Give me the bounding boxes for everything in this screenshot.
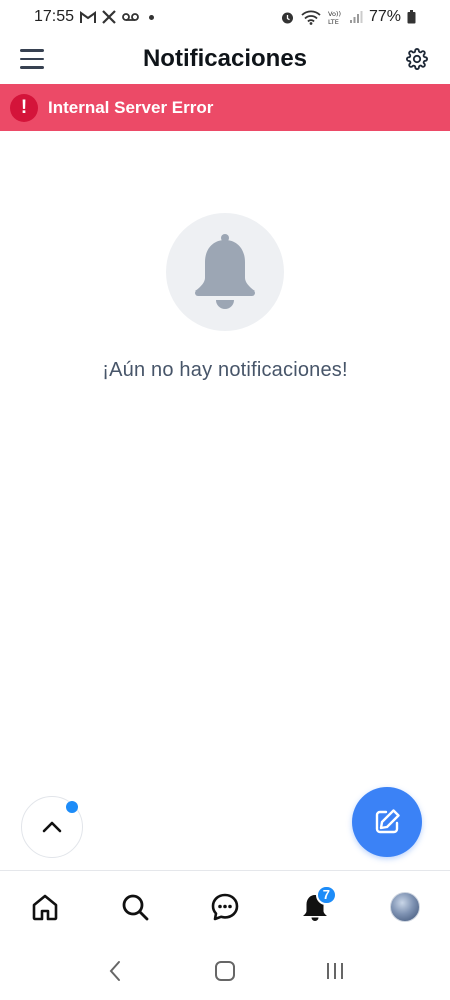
alarm-icon	[280, 10, 295, 25]
search-icon	[122, 894, 149, 920]
status-time: 17:55	[34, 8, 75, 25]
gear-icon[interactable]	[406, 48, 428, 70]
avatar	[390, 891, 420, 922]
recents-icon	[327, 963, 343, 979]
gmail-icon	[80, 10, 97, 24]
hamburger-menu-icon[interactable]	[20, 46, 46, 72]
empty-state-message: ¡Aún no hay notificaciones!	[102, 359, 348, 381]
status-bar-left: 17:55	[34, 8, 155, 26]
volte-icon: Vo)) LTE	[327, 9, 343, 25]
scroll-to-top-button[interactable]	[21, 796, 83, 858]
empty-state: ¡Aún no hay notificaciones!	[0, 213, 450, 382]
more-notifications-dot	[149, 14, 155, 20]
page-title: Notificaciones	[142, 45, 308, 72]
android-recents-button[interactable]	[315, 951, 355, 991]
wifi-icon	[301, 10, 321, 25]
bottom-navigation: 7	[0, 870, 450, 942]
svg-text:LTE: LTE	[328, 18, 339, 25]
signal-icon	[349, 10, 363, 24]
empty-state-illustration	[166, 213, 284, 331]
compose-icon	[375, 809, 400, 834]
battery-percentage: 77%	[368, 8, 401, 25]
app-header: Notificaciones	[0, 34, 450, 84]
nav-profile[interactable]	[383, 885, 427, 929]
android-back-button[interactable]	[95, 951, 135, 991]
status-bar: 17:55 Vo)) LTE 77%	[0, 0, 450, 34]
nav-notifications[interactable]: 7	[293, 884, 337, 929]
nav-search[interactable]	[113, 885, 157, 929]
battery-icon	[407, 10, 416, 24]
nav-messages[interactable]	[203, 885, 247, 929]
home-icon	[32, 894, 58, 920]
status-bar-right: Vo)) LTE 77%	[280, 8, 416, 26]
svg-text:Vo)): Vo))	[328, 10, 341, 18]
notification-badge: 7	[315, 884, 337, 905]
home-circle-icon	[215, 961, 235, 981]
voicemail-icon	[122, 12, 139, 22]
bell-icon	[195, 234, 255, 309]
error-message: Internal Server Error	[48, 97, 214, 117]
compose-button[interactable]	[352, 787, 422, 857]
chevron-up-icon	[42, 821, 62, 833]
x-icon	[102, 10, 116, 24]
android-home-button[interactable]	[205, 951, 245, 991]
nav-home[interactable]	[23, 885, 67, 929]
new-content-indicator	[66, 801, 78, 813]
android-navigation-bar	[0, 942, 450, 1000]
chat-icon	[211, 893, 239, 920]
back-icon	[109, 961, 120, 981]
error-icon: !	[10, 93, 38, 122]
error-banner: ! Internal Server Error	[0, 84, 450, 131]
